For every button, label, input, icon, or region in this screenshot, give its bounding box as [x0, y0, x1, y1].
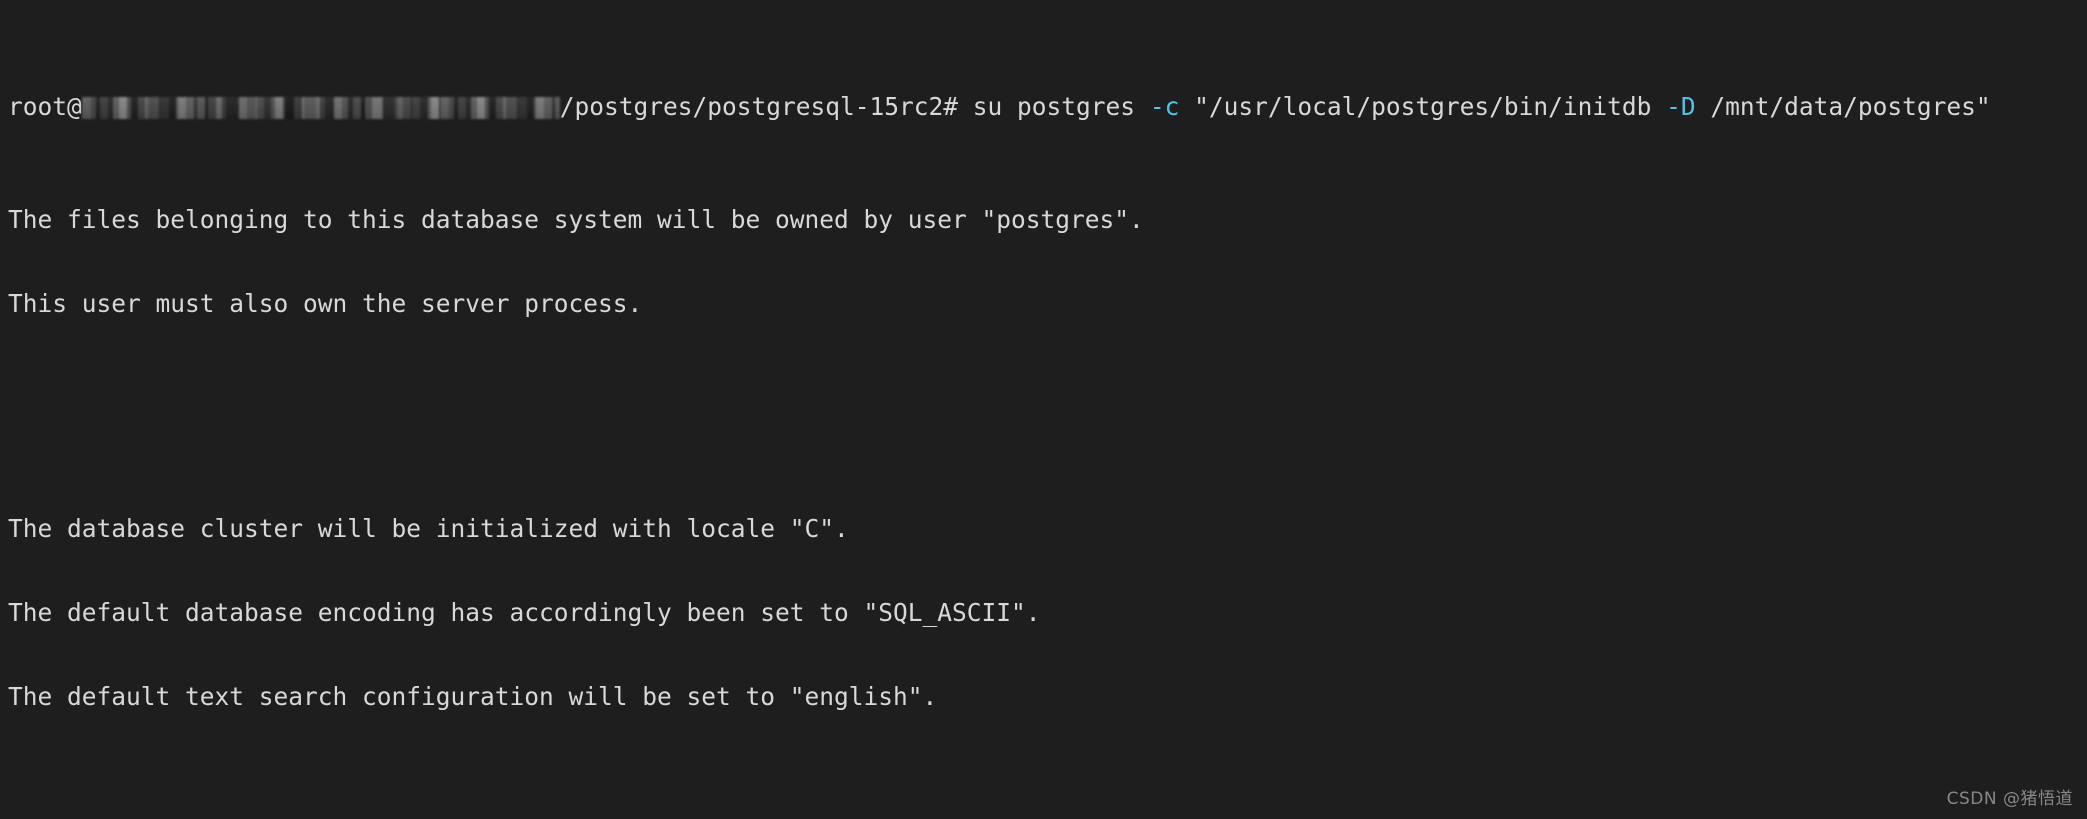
- redacted-path-block: [439, 97, 560, 120]
- flag-D: -D: [1666, 92, 1696, 122]
- command-datadir: /mnt/data/postgres": [1695, 92, 1991, 122]
- flag-c: -c: [1149, 92, 1180, 122]
- command-initdb-path: "/usr/local/postgres/bin/initdb: [1179, 92, 1667, 122]
- prompt-command-line: root@ /postgres/postgresql-15rc2# su post…: [8, 93, 2087, 121]
- output-line-text-search-config: The default text search configuration wi…: [8, 682, 938, 712]
- output-line-locale: The database cluster will be initialized…: [8, 513, 849, 543]
- output-line-encoding: The default database encoding has accord…: [8, 597, 1041, 627]
- output-line-owned-by: The files belonging to this database sys…: [8, 204, 1144, 234]
- csdn-watermark: CSDN @猪悟道: [1946, 788, 2073, 809]
- prompt-path: /postgres/postgresql-15rc2#: [559, 92, 973, 122]
- redacted-hostname-block: [81, 97, 440, 120]
- command-su: su postgres: [972, 92, 1150, 122]
- prompt-user: root: [8, 92, 68, 122]
- output-line-own-process: This user must also own the server proce…: [8, 288, 643, 318]
- prompt-at-symbol: @: [67, 92, 82, 122]
- terminal-output[interactable]: root@ /postgres/postgresql-15rc2# su post…: [0, 0, 2087, 819]
